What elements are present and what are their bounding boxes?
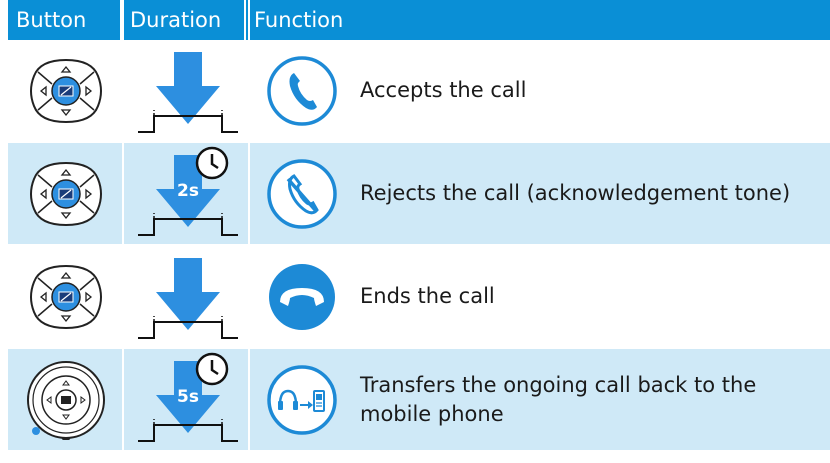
header-duration: Duration <box>122 0 246 40</box>
dpad-button-icon <box>8 40 124 141</box>
function-description: Accepts the call <box>360 40 830 141</box>
dpad-button-icon <box>8 246 124 347</box>
table-row: 2s Rejects the call (acknowledgement ton… <box>8 0 830 452</box>
table-header: Button Duration Function <box>8 0 830 40</box>
function-description: Transfers the ongoing call back to the m… <box>360 349 830 450</box>
duration-label: 5s <box>177 387 199 407</box>
phone-reject-icon <box>250 143 360 244</box>
table-row: Ends the call <box>8 0 830 452</box>
speakerphone-button-icon <box>8 349 124 450</box>
function-description: Rejects the call (acknowledgement tone) <box>360 143 830 244</box>
header-function: Function <box>254 8 344 32</box>
header-button: Button <box>8 0 122 40</box>
function-text: Ends the call <box>360 284 495 309</box>
button-function-table: Button Duration Function Accepts the cal… <box>8 0 830 452</box>
transfer-to-phone-icon <box>250 349 360 450</box>
duration-label: 2s <box>177 181 199 201</box>
short-press-arrow-icon <box>124 40 250 141</box>
phone-hangup-icon <box>250 246 360 347</box>
short-press-arrow-icon <box>124 246 250 347</box>
function-text: Accepts the call <box>360 78 527 103</box>
table-row: Accepts the call <box>8 0 830 452</box>
long-press-arrow-icon: 2s <box>124 143 250 244</box>
function-description: Ends the call <box>360 246 830 347</box>
dpad-button-icon <box>8 143 124 244</box>
phone-accept-icon <box>250 40 360 141</box>
table-row: 5s Transfers the ongoing call back to th… <box>8 0 830 452</box>
function-text: Rejects the call (acknowledgement tone) <box>360 181 791 206</box>
function-text: Transfers the ongoing call back to the m… <box>360 373 757 426</box>
long-press-arrow-icon: 5s <box>124 349 250 450</box>
